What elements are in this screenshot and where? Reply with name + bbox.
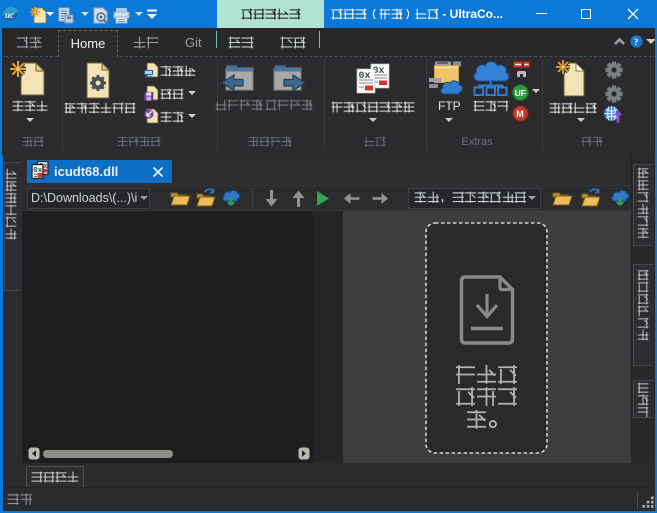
svg-text:?: ? bbox=[634, 38, 639, 48]
svg-text:uc: uc bbox=[5, 10, 14, 20]
svg-text:M: M bbox=[516, 109, 524, 119]
svg-text:UF: UF bbox=[515, 88, 526, 98]
